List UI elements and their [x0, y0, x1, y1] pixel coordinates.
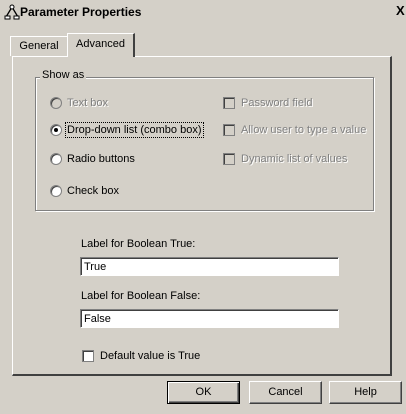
dialog-title: Parameter Properties — [20, 5, 142, 19]
radio-check-box[interactable]: Check box — [50, 183, 119, 199]
radio-radio-buttons-label[interactable]: Radio buttons — [67, 153, 135, 165]
radio-check-box-label[interactable]: Check box — [67, 185, 119, 197]
checkbox-allow-user-type: Allow user to type a value — [223, 122, 366, 138]
true-label-caption: Label for Boolean True: — [81, 238, 196, 250]
radio-circle[interactable] — [50, 124, 62, 136]
false-label-input[interactable]: False — [80, 309, 339, 328]
default-value-checkbox[interactable]: Default value is True — [82, 348, 200, 364]
true-label-input[interactable]: True — [80, 257, 339, 276]
ok-button[interactable]: OK — [167, 381, 240, 404]
tab-general[interactable]: General — [10, 36, 68, 56]
radio-text-box: Text box — [50, 95, 108, 111]
parameter-properties-dialog: Parameter Properties X General Advanced … — [0, 0, 406, 414]
checkbox-box — [223, 124, 235, 136]
title-bar[interactable]: Parameter Properties X — [0, 0, 406, 25]
checkbox-password-field: Password field — [223, 95, 313, 111]
show-as-legend: Show as — [40, 69, 87, 81]
checkbox-dynamic-list-label: Dynamic list of values — [241, 153, 348, 165]
checkbox-box — [223, 153, 235, 165]
default-value-checkbox-label[interactable]: Default value is True — [100, 350, 200, 362]
checkbox-allow-user-type-label: Allow user to type a value — [241, 124, 367, 136]
checkbox-dynamic-list: Dynamic list of values — [223, 151, 347, 167]
false-label-caption: Label for Boolean False: — [81, 290, 201, 302]
radio-circle[interactable] — [50, 185, 62, 197]
radio-radio-buttons[interactable]: Radio buttons — [50, 151, 135, 167]
parameter-icon — [4, 4, 20, 20]
radio-circle — [50, 97, 62, 109]
checkbox-box — [223, 97, 235, 109]
checkbox-box[interactable] — [82, 350, 94, 362]
close-icon[interactable]: X — [396, 3, 406, 19]
radio-circle[interactable] — [50, 153, 62, 165]
radio-text-box-label: Text box — [67, 97, 108, 109]
checkbox-password-field-label: Password field — [241, 97, 313, 109]
tab-advanced[interactable]: Advanced — [67, 33, 135, 57]
radio-drop-down-list[interactable]: Drop-down list (combo box) — [50, 122, 204, 138]
help-button[interactable]: Help — [329, 381, 402, 404]
cancel-button[interactable]: Cancel — [249, 381, 322, 404]
radio-drop-down-list-label[interactable]: Drop-down list (combo box) — [65, 122, 204, 138]
